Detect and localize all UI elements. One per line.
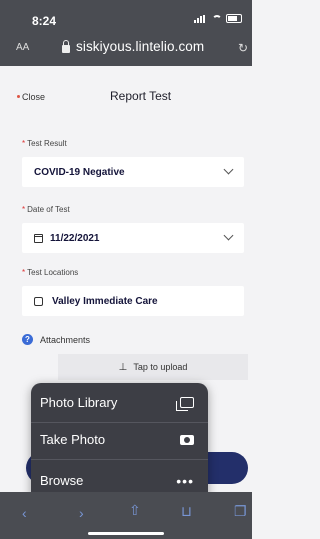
photo-library-icon <box>176 397 194 411</box>
text-size-button[interactable]: AA <box>16 42 29 53</box>
chevron-down-icon <box>223 164 234 175</box>
photo-library-label: Photo Library <box>40 395 118 410</box>
test-result-select[interactable]: COVID-19 Negative <box>22 157 244 187</box>
test-locations-field[interactable]: Valley Immediate Care <box>22 286 244 316</box>
url-text: siskiyous.lintelio.com <box>76 39 205 54</box>
take-photo-option[interactable]: Take Photo <box>31 423 208 456</box>
info-icon: ? <box>22 334 33 345</box>
calendar-icon <box>34 233 43 243</box>
address-bar[interactable]: siskiyous.lintelio.com <box>62 39 204 54</box>
reload-icon[interactable]: ↻ <box>238 41 248 55</box>
status-time: 8:24 <box>32 14 57 28</box>
back-icon[interactable]: ‹ <box>22 505 27 521</box>
more-icon: ••• <box>176 472 194 489</box>
photo-library-option[interactable]: Photo Library <box>31 386 208 419</box>
test-locations-value: Valley Immediate Care <box>52 295 158 307</box>
camera-icon <box>180 434 194 445</box>
home-indicator <box>88 532 164 535</box>
upload-button[interactable]: ⊥ Tap to upload <box>58 354 248 380</box>
signal-icon <box>194 14 208 23</box>
battery-icon <box>226 14 242 23</box>
take-photo-label: Take Photo <box>40 432 106 447</box>
close-button[interactable]: Close <box>22 92 45 102</box>
browse-label: Browse <box>40 473 84 488</box>
file-picker-menu: Photo Library Take Photo Browse ••• <box>31 383 208 508</box>
upload-label: Tap to upload <box>133 362 188 372</box>
upload-icon: ⊥ <box>118 361 128 373</box>
browser-top-bar <box>0 0 252 66</box>
status-icons <box>194 14 242 23</box>
date-of-test-field[interactable]: 11/22/2021 <box>22 223 244 253</box>
attachments-label: Attachments <box>40 335 91 345</box>
lock-icon <box>62 39 70 53</box>
forward-icon[interactable]: › <box>79 505 84 521</box>
date-of-test-label: * Date of Test <box>22 205 70 214</box>
test-result-value: COVID-19 Negative <box>34 166 125 178</box>
location-icon <box>34 296 43 306</box>
page-title: Report Test <box>110 89 172 103</box>
chevron-down-icon <box>223 230 234 241</box>
date-of-test-value: 11/22/2021 <box>50 232 100 244</box>
wifi-icon <box>212 14 222 23</box>
menu-divider <box>31 459 208 460</box>
test-result-label: * Test Result <box>22 139 67 148</box>
test-locations-label: * Test Locations <box>22 268 79 277</box>
bookmarks-icon[interactable]: ⊔ <box>181 503 192 520</box>
tabs-icon[interactable]: ❐ <box>234 503 247 520</box>
share-icon[interactable]: ⇧ <box>129 502 141 519</box>
close-marker <box>17 95 20 98</box>
